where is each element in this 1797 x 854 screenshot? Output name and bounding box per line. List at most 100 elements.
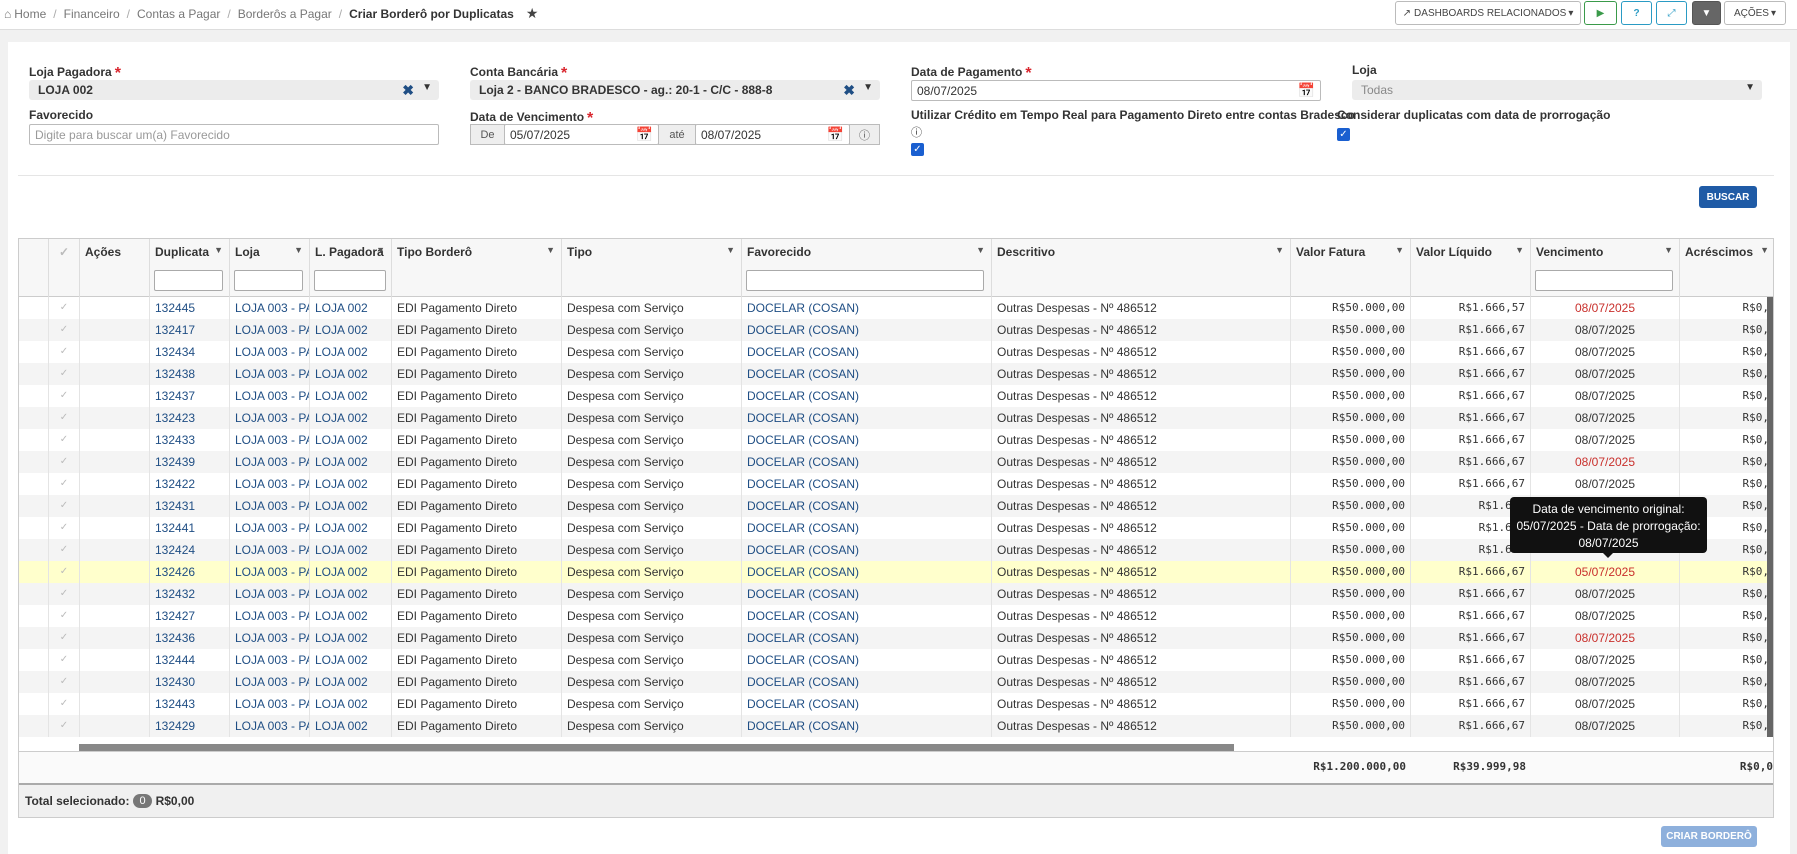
table-row[interactable]: ✓ 132417LOJA 003 - PARLOJA 002EDI Pagamen… [19, 319, 1773, 341]
table-row[interactable]: ✓ 132423LOJA 003 - PARLOJA 002EDI Pagamen… [19, 407, 1773, 429]
header-favorecido[interactable]: Favorecido ▼ [742, 239, 992, 297]
caret-down-icon[interactable]: ▼ [422, 82, 432, 93]
cell-duplicata[interactable]: 132438 [150, 363, 230, 385]
cell-lpagadora[interactable]: LOJA 002 [310, 671, 392, 693]
cell-loja[interactable]: LOJA 003 - PAR [230, 561, 310, 583]
prorrogacao-checkbox[interactable]: ✓ [1337, 128, 1350, 141]
row-checkbox[interactable]: ✓ [49, 649, 80, 671]
cell-favorecido[interactable]: DOCELAR (COSAN) [742, 451, 992, 473]
table-row[interactable]: ✓ 132436LOJA 003 - PARLOJA 002EDI Pagamen… [19, 627, 1773, 649]
horizontal-scrollbar[interactable] [79, 744, 1234, 751]
table-row[interactable]: ✓ 132432LOJA 003 - PARLOJA 002EDI Pagamen… [19, 583, 1773, 605]
row-checkbox[interactable]: ✓ [49, 693, 80, 715]
cell-favorecido[interactable]: DOCELAR (COSAN) [742, 341, 992, 363]
cell-lpagadora[interactable]: LOJA 002 [310, 429, 392, 451]
header-acrescimos[interactable]: Acréscimos ▼ [1680, 239, 1773, 297]
cell-lpagadora[interactable]: LOJA 002 [310, 517, 392, 539]
cell-loja[interactable]: LOJA 003 - PAR [230, 539, 310, 561]
star-icon[interactable]: ★ [526, 5, 539, 22]
calendar-icon[interactable]: 📅 [636, 126, 653, 143]
column-menu-icon[interactable]: ▼ [1275, 245, 1284, 255]
cell-duplicata[interactable]: 132444 [150, 649, 230, 671]
cell-favorecido[interactable]: DOCELAR (COSAN) [742, 319, 992, 341]
vencimento-de-input[interactable]: 05/07/2025 📅 [504, 124, 659, 145]
table-row[interactable]: ✓ 132433LOJA 003 - PARLOJA 002EDI Pagamen… [19, 429, 1773, 451]
cell-lpagadora[interactable]: LOJA 002 [310, 495, 392, 517]
cell-favorecido[interactable]: DOCELAR (COSAN) [742, 715, 992, 737]
cell-duplicata[interactable]: 132422 [150, 473, 230, 495]
cell-favorecido[interactable]: DOCELAR (COSAN) [742, 627, 992, 649]
cell-loja[interactable]: LOJA 003 - PAR [230, 715, 310, 737]
clear-icon[interactable]: ✖ [402, 82, 414, 99]
column-menu-icon[interactable]: ▼ [1664, 245, 1673, 255]
header-select-all[interactable]: ✓ [49, 239, 80, 297]
cell-loja[interactable]: LOJA 003 - PAR [230, 671, 310, 693]
table-row[interactable]: ✓ 132437LOJA 003 - PARLOJA 002EDI Pagamen… [19, 385, 1773, 407]
cell-duplicata[interactable]: 132426 [150, 561, 230, 583]
cell-duplicata[interactable]: 132427 [150, 605, 230, 627]
table-row[interactable]: ✓ 132439LOJA 003 - PARLOJA 002EDI Pagamen… [19, 451, 1773, 473]
loja-select[interactable]: Todas ▼ [1352, 80, 1762, 100]
breadcrumb-financeiro[interactable]: Financeiro [64, 7, 120, 21]
filter-duplicata-input[interactable] [154, 270, 223, 291]
breadcrumb-home[interactable]: Home [14, 7, 46, 21]
header-loja[interactable]: Loja ▼ [230, 239, 310, 297]
cell-loja[interactable]: LOJA 003 - PAR [230, 649, 310, 671]
breadcrumb-borderos[interactable]: Borderôs a Pagar [238, 7, 332, 21]
cell-favorecido[interactable]: DOCELAR (COSAN) [742, 429, 992, 451]
cell-lpagadora[interactable]: LOJA 002 [310, 319, 392, 341]
table-row[interactable]: ✓ 132430LOJA 003 - PARLOJA 002EDI Pagamen… [19, 671, 1773, 693]
cell-lpagadora[interactable]: LOJA 002 [310, 473, 392, 495]
cell-favorecido[interactable]: DOCELAR (COSAN) [742, 605, 992, 627]
header-valor-liquido[interactable]: Valor Líquido ▼ [1411, 239, 1531, 297]
cell-duplicata[interactable]: 132439 [150, 451, 230, 473]
filter-loja-input[interactable] [234, 270, 303, 291]
cell-loja[interactable]: LOJA 003 - PAR [230, 627, 310, 649]
row-checkbox[interactable]: ✓ [49, 407, 80, 429]
vertical-scrollbar[interactable] [1767, 297, 1773, 737]
cell-lpagadora[interactable]: LOJA 002 [310, 341, 392, 363]
cell-lpagadora[interactable]: LOJA 002 [310, 715, 392, 737]
column-menu-icon[interactable]: ▼ [1395, 245, 1404, 255]
cell-lpagadora[interactable]: LOJA 002 [310, 297, 392, 319]
row-checkbox[interactable]: ✓ [49, 429, 80, 451]
cell-lpagadora[interactable]: LOJA 002 [310, 385, 392, 407]
buscar-button[interactable]: BUSCAR [1699, 186, 1757, 208]
acoes-button[interactable]: AÇÕES ▾ [1724, 1, 1786, 25]
cell-loja[interactable]: LOJA 003 - PAR [230, 495, 310, 517]
cell-lpagadora[interactable]: LOJA 002 [310, 451, 392, 473]
cell-favorecido[interactable]: DOCELAR (COSAN) [742, 473, 992, 495]
row-checkbox[interactable]: ✓ [49, 583, 80, 605]
filter-favorecido-input[interactable] [746, 270, 984, 291]
conta-bancaria-select[interactable]: Loja 2 - BANCO BRADESCO - ag.: 20-1 - C/… [470, 80, 880, 100]
cell-lpagadora[interactable]: LOJA 002 [310, 649, 392, 671]
row-checkbox[interactable]: ✓ [49, 451, 80, 473]
cell-favorecido[interactable]: DOCELAR (COSAN) [742, 561, 992, 583]
cell-loja[interactable]: LOJA 003 - PAR [230, 429, 310, 451]
cell-duplicata[interactable]: 132430 [150, 671, 230, 693]
data-pagamento-input[interactable]: 08/07/2025 📅 [911, 80, 1321, 101]
cell-duplicata[interactable]: 132445 [150, 297, 230, 319]
cell-duplicata[interactable]: 132429 [150, 715, 230, 737]
cell-loja[interactable]: LOJA 003 - PAR [230, 473, 310, 495]
row-checkbox[interactable]: ✓ [49, 385, 80, 407]
row-checkbox[interactable]: ✓ [49, 319, 80, 341]
vencimento-ate-input[interactable]: 08/07/2025 📅 [695, 124, 850, 145]
cell-lpagadora[interactable]: LOJA 002 [310, 363, 392, 385]
clear-icon[interactable]: ✖ [843, 82, 855, 99]
cell-favorecido[interactable]: DOCELAR (COSAN) [742, 297, 992, 319]
table-row[interactable]: ✓ 132426LOJA 003 - PARLOJA 002EDI Pagamen… [19, 561, 1773, 583]
row-checkbox[interactable]: ✓ [49, 297, 80, 319]
filter-lpagadora-input[interactable] [314, 270, 386, 291]
cell-favorecido[interactable]: DOCELAR (COSAN) [742, 539, 992, 561]
cell-loja[interactable]: LOJA 003 - PAR [230, 319, 310, 341]
table-row[interactable]: ✓ 132443LOJA 003 - PARLOJA 002EDI Pagamen… [19, 693, 1773, 715]
column-menu-icon[interactable]: ▼ [214, 245, 223, 255]
row-checkbox[interactable]: ✓ [49, 561, 80, 583]
column-menu-icon[interactable]: ▼ [294, 245, 303, 255]
credito-checkbox[interactable]: ✓ [911, 143, 924, 156]
row-checkbox[interactable]: ✓ [49, 715, 80, 737]
dashboards-button[interactable]: ↗ DASHBOARDS RELACIONADOS ▾ [1395, 1, 1581, 25]
cell-duplicata[interactable]: 132432 [150, 583, 230, 605]
column-menu-icon[interactable]: ▼ [1515, 245, 1524, 255]
